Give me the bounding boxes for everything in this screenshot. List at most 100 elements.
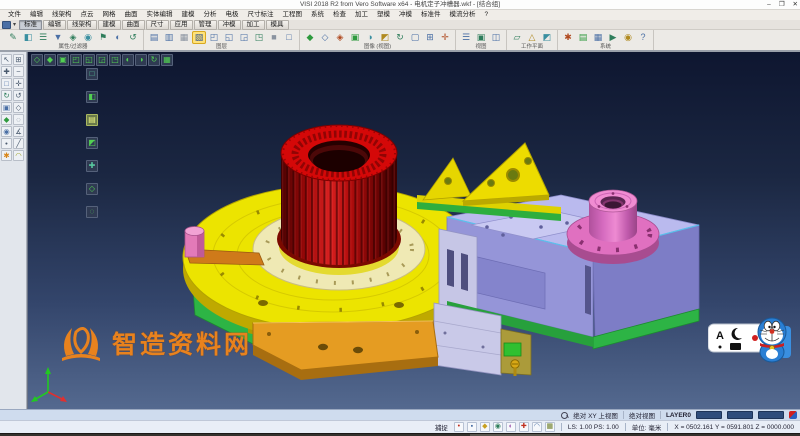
- ribbon-tab-1[interactable]: 编辑: [43, 20, 66, 30]
- zoom-window-icon[interactable]: □: [1, 78, 12, 89]
- menu-item-0[interactable]: 文件: [4, 10, 25, 20]
- view-reference-label[interactable]: 绝对视图: [629, 410, 655, 420]
- line-icon[interactable]: ╱: [13, 138, 24, 149]
- element-properties-icon[interactable]: ✎: [6, 31, 20, 44]
- rotate-view-icon[interactable]: ↻: [393, 31, 407, 44]
- favorites-icon[interactable]: ✱: [1, 150, 12, 161]
- entity-filter-icon[interactable]: ◈: [66, 31, 80, 44]
- iso-view-icon[interactable]: ◇: [31, 54, 43, 66]
- view-mode-label[interactable]: 绝对 XY 上视图: [573, 410, 618, 420]
- select-body-icon[interactable]: ▤: [86, 114, 98, 126]
- workplane-from-view-icon[interactable]: ◩: [540, 31, 554, 44]
- menu-item-6[interactable]: 实体编辑: [143, 10, 177, 20]
- move-to-layer-icon[interactable]: ◱: [222, 31, 236, 44]
- status-field-2[interactable]: [727, 411, 753, 419]
- perspective-view-icon[interactable]: ◩: [378, 31, 392, 44]
- menu-item-17[interactable]: 标准件: [417, 10, 445, 20]
- bottom-view-icon[interactable]: ◳: [109, 54, 121, 66]
- show-all-icon[interactable]: ◉: [1, 126, 12, 137]
- pan-view-icon[interactable]: ✛: [438, 31, 452, 44]
- toolbar-options-icon[interactable]: ▾: [13, 21, 16, 28]
- line-style-icon[interactable]: ☰: [36, 31, 50, 44]
- settings-icon[interactable]: ✱: [561, 31, 575, 44]
- menu-item-14[interactable]: 加工: [351, 10, 372, 20]
- database-icon[interactable]: ▤: [576, 31, 590, 44]
- fit-view-icon[interactable]: ▣: [1, 102, 12, 113]
- close-button[interactable]: ✕: [793, 0, 798, 10]
- zoom-window-icon[interactable]: ⊞: [423, 31, 437, 44]
- menu-item-19[interactable]: ?: [481, 10, 493, 20]
- current-layer-label[interactable]: LAYER0: [666, 412, 691, 419]
- snap-point-icon[interactable]: •: [454, 422, 464, 432]
- ribbon-tab-4[interactable]: 曲面: [122, 20, 145, 30]
- ribbon-tab-9[interactable]: 加工: [242, 20, 265, 30]
- pan-icon[interactable]: ✛: [13, 78, 24, 89]
- quick-access-icon[interactable]: [2, 21, 11, 29]
- snap-intersection-icon[interactable]: ✚: [519, 422, 529, 432]
- ribbon-tab-5[interactable]: 尺寸: [146, 20, 169, 30]
- layer-settings-icon[interactable]: □: [282, 31, 296, 44]
- dynamic-section-icon[interactable]: ◩: [86, 137, 98, 149]
- transparency-view-icon[interactable]: ◑: [363, 31, 377, 44]
- stator-core[interactable]: [277, 125, 401, 268]
- color-filter-icon[interactable]: ◧: [21, 31, 35, 44]
- current-layer-icon[interactable]: ▧: [192, 31, 206, 44]
- zoom-out-icon[interactable]: −: [13, 66, 24, 77]
- menu-item-18[interactable]: 模流分析: [446, 10, 480, 20]
- new-layer-icon[interactable]: ▤: [147, 31, 161, 44]
- ribbon-tab-0[interactable]: 标准: [19, 20, 42, 30]
- grid-view-icon[interactable]: ▦: [161, 54, 173, 66]
- quick-select-icon[interactable]: ◉: [81, 31, 95, 44]
- snap-quadrant-icon[interactable]: ◐: [506, 422, 516, 432]
- status-indicator-icon[interactable]: [789, 411, 797, 419]
- isolate-layer-icon[interactable]: ◳: [252, 31, 266, 44]
- maximize-button[interactable]: ❐: [779, 0, 785, 10]
- magnifier-icon[interactable]: [561, 412, 568, 419]
- select-face-icon[interactable]: □: [86, 68, 98, 80]
- rotate-ccw-icon[interactable]: ◐: [122, 54, 134, 66]
- view-list-icon[interactable]: ☰: [459, 31, 473, 44]
- menu-item-11[interactable]: 工程图: [279, 10, 307, 20]
- menu-item-8[interactable]: 分析: [200, 10, 221, 20]
- right-view-icon[interactable]: ◰: [70, 54, 82, 66]
- top-view-icon[interactable]: ◆: [44, 54, 56, 66]
- copy-to-layer-icon[interactable]: ◲: [237, 31, 251, 44]
- shaded-icon[interactable]: ◆: [1, 114, 12, 125]
- hide-entity-icon[interactable]: ◌: [13, 114, 24, 125]
- split-view-icon[interactable]: ◫: [489, 31, 503, 44]
- zoom-fit-icon[interactable]: ▢: [408, 31, 422, 44]
- hide-body-icon[interactable]: ◌: [86, 206, 98, 218]
- select-edge-icon[interactable]: ◧: [86, 91, 98, 103]
- menu-item-5[interactable]: 曲面: [121, 10, 142, 20]
- snap-grid-icon[interactable]: ▦: [545, 422, 555, 432]
- menu-item-15[interactable]: 塑模: [373, 10, 394, 20]
- point-icon[interactable]: •: [1, 138, 12, 149]
- help-icon[interactable]: ?: [636, 31, 650, 44]
- menu-item-1[interactable]: 编辑: [26, 10, 47, 20]
- menu-item-16[interactable]: 冲模: [395, 10, 416, 20]
- triangle-brackets[interactable]: [417, 143, 561, 221]
- calculator-icon[interactable]: ▦: [591, 31, 605, 44]
- snap-center-icon[interactable]: ◉: [493, 422, 503, 432]
- menu-item-2[interactable]: 线架构: [48, 10, 76, 20]
- ribbon-tab-10[interactable]: 模具: [266, 20, 289, 30]
- layer-filter-icon[interactable]: ▼: [51, 31, 65, 44]
- zoom-in-icon[interactable]: ✚: [1, 66, 12, 77]
- camera-view-icon[interactable]: ▣: [474, 31, 488, 44]
- hidden-line-view-icon[interactable]: ◈: [333, 31, 347, 44]
- back-view-icon[interactable]: ◱: [83, 54, 95, 66]
- ribbon-tab-8[interactable]: 冲模: [218, 20, 241, 30]
- select-arrow-icon[interactable]: ↖: [1, 54, 12, 65]
- workplane-xy-icon[interactable]: ▱: [510, 31, 524, 44]
- measure-icon[interactable]: ∡: [13, 126, 24, 137]
- ime-mode-letter[interactable]: A: [716, 330, 724, 342]
- box-select-icon[interactable]: ⊞: [13, 54, 24, 65]
- left-view-icon[interactable]: ◲: [96, 54, 108, 66]
- front-plate-orange[interactable]: [253, 321, 438, 380]
- freeze-layer-icon[interactable]: ■: [267, 31, 281, 44]
- local-frame-icon[interactable]: ◇: [86, 183, 98, 195]
- ribbon-tab-7[interactable]: 管理: [194, 20, 217, 30]
- workplane-3points-icon[interactable]: △: [525, 31, 539, 44]
- ribbon-tab-6[interactable]: 应用: [170, 20, 193, 30]
- ribbon-tab-3[interactable]: 建模: [98, 20, 121, 30]
